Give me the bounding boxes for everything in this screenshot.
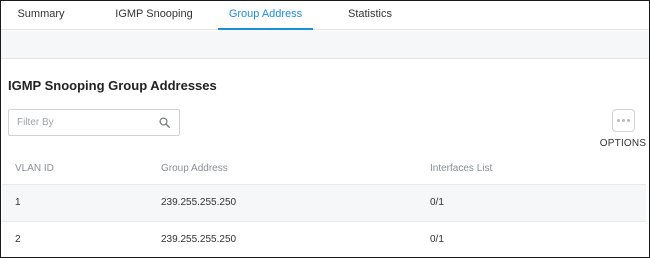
cell-interfaces-list: 0/1 — [430, 234, 444, 245]
options-button[interactable] — [612, 109, 635, 132]
column-header-interfaces-list[interactable]: Interfaces List — [430, 163, 492, 174]
table-row[interactable]: 2 239.255.255.250 0/1 — [2, 221, 646, 258]
filter-input[interactable] — [9, 110, 149, 135]
cell-group-address: 239.255.255.250 — [161, 234, 237, 245]
search-icon[interactable] — [159, 117, 170, 128]
cell-group-address: 239.255.255.250 — [161, 197, 237, 208]
window-frame: Summary IGMP Snooping Group Address Stat… — [0, 0, 650, 258]
cell-vlan-id: 2 — [15, 234, 21, 245]
cell-interfaces-list: 0/1 — [430, 197, 444, 208]
column-header-vlan-id[interactable]: VLAN ID — [15, 163, 54, 174]
tab-group-address[interactable]: Group Address — [218, 1, 313, 30]
more-dots-icon — [613, 110, 634, 131]
table-header: VLAN ID Group Address Interfaces List — [2, 153, 646, 184]
group-address-table: VLAN ID Group Address Interfaces List 1 … — [2, 153, 646, 258]
filter-box — [8, 109, 180, 136]
section-title: IGMP Snooping Group Addresses — [8, 78, 217, 93]
tab-igmp-snooping[interactable]: IGMP Snooping — [99, 1, 209, 30]
tab-summary[interactable]: Summary — [6, 1, 76, 30]
column-header-group-address[interactable]: Group Address — [161, 163, 228, 174]
cell-vlan-id: 1 — [15, 197, 21, 208]
tab-bar: Summary IGMP Snooping Group Address Stat… — [1, 1, 649, 30]
toolbar-band — [1, 31, 649, 59]
tab-statistics[interactable]: Statistics — [331, 1, 409, 30]
table-row[interactable]: 1 239.255.255.250 0/1 — [2, 184, 646, 221]
options-label[interactable]: OPTIONS — [597, 138, 649, 149]
